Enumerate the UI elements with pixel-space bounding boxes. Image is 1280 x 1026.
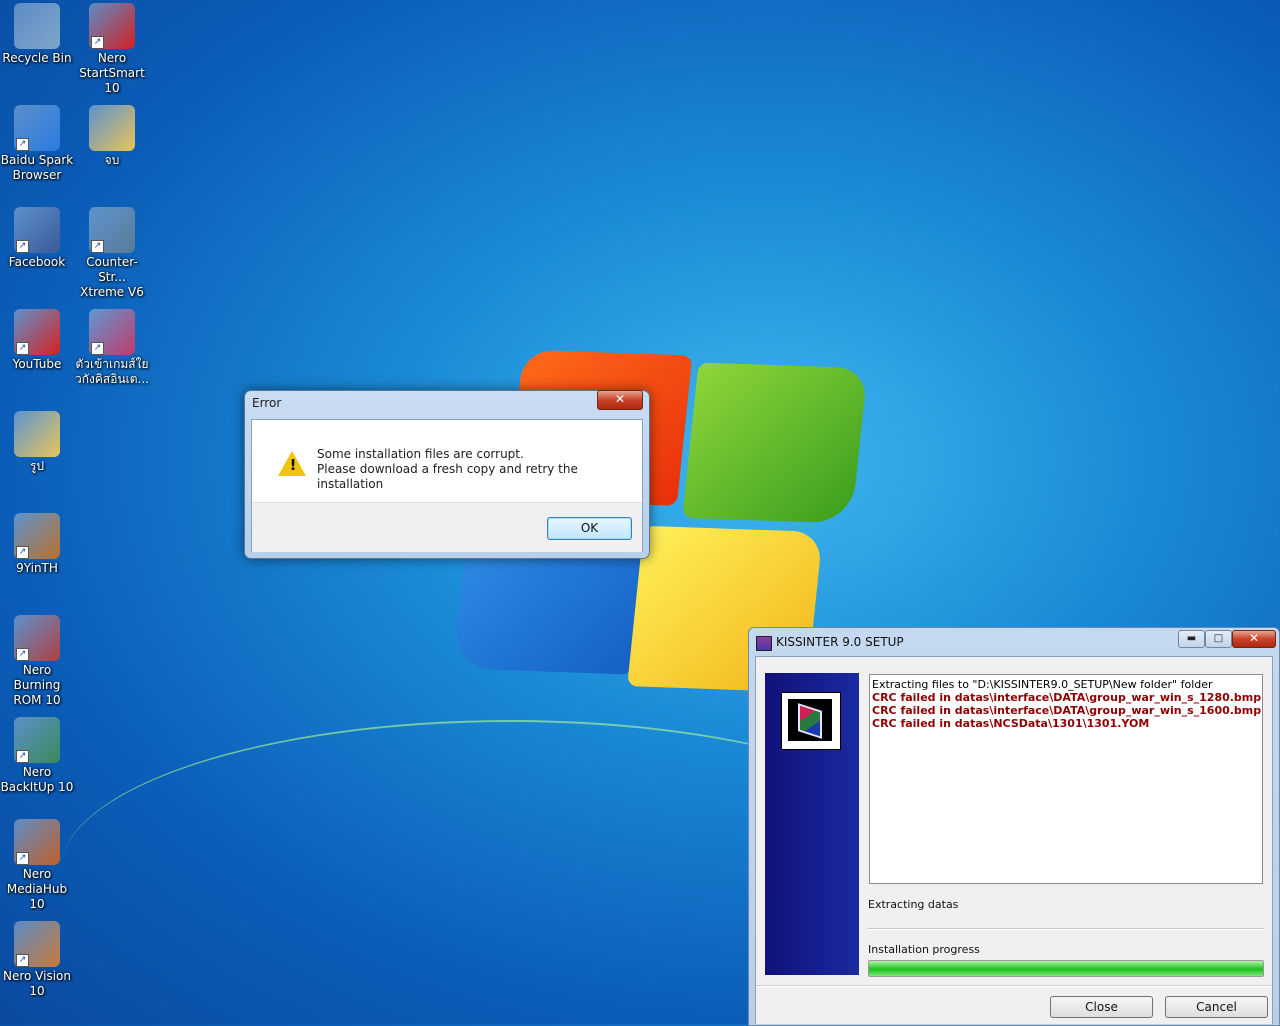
- error-message: Some installation files are corrupt. Ple…: [317, 447, 642, 492]
- shortcut-arrow-icon: ↗: [16, 138, 29, 151]
- installation-progress-bar: [868, 960, 1264, 977]
- nero-mediahub-icon: ↗: [14, 819, 60, 865]
- log-error-line: CRC failed in datas\interface\DATA\group…: [872, 691, 1262, 704]
- error-message-area: ! Some installation files are corrupt. P…: [252, 420, 642, 502]
- folder-icon: [89, 105, 135, 151]
- nero-backitup-icon: ↗: [14, 717, 60, 763]
- extraction-status: Extracting datas: [868, 898, 959, 911]
- nero-burning-rom-icon: ↗: [14, 615, 60, 661]
- error-dialog-footer: OK: [252, 502, 642, 552]
- desktop-icon[interactable]: ↗ Baidu Spark Browser: [0, 105, 74, 183]
- error-dialog-body: ! Some installation files are corrupt. P…: [251, 419, 643, 552]
- desktop-icon-label: จบ: [104, 153, 120, 167]
- desktop-icon-label: Counter-Str... Xtreme V6: [80, 255, 144, 299]
- desktop-icon[interactable]: ↗ Nero StartSmart 10: [75, 3, 149, 96]
- desktop-icon[interactable]: ↗ 9YinTH: [0, 513, 74, 576]
- progress-fill: [869, 961, 1263, 976]
- maximize-button[interactable]: □: [1205, 630, 1232, 648]
- desktop-icon-label: Facebook: [8, 255, 66, 269]
- game-launcher-icon: ↗: [89, 309, 135, 355]
- error-dialog: Error ✕ ! Some installation files are co…: [244, 390, 650, 559]
- desktop-icon-label: Nero BackItUp 10: [0, 765, 74, 794]
- shortcut-arrow-icon: ↗: [16, 342, 29, 355]
- folder-icon: [14, 411, 60, 457]
- extraction-log[interactable]: Extracting files to "D:\KISSINTER9.0_SET…: [869, 674, 1263, 884]
- shortcut-arrow-icon: ↗: [16, 750, 29, 763]
- shortcut-arrow-icon: ↗: [91, 342, 104, 355]
- nero-vision-icon: ↗: [14, 921, 60, 967]
- setup-window-title: KISSINTER 9.0 SETUP: [776, 635, 904, 649]
- desktop-icon-label: ตัวเข้าเกมส์ใย วกังคิสอินเต...: [75, 357, 149, 386]
- divider: [756, 985, 1272, 987]
- divider: [868, 928, 1264, 930]
- setup-client-area: Extracting files to "D:\KISSINTER9.0_SET…: [755, 656, 1273, 1024]
- desktop-icon[interactable]: ↗ ตัวเข้าเกมส์ใย วกังคิสอินเต...: [75, 309, 149, 387]
- log-error-line: CRC failed in datas\NCSData\1301\1301.YO…: [872, 717, 1150, 730]
- winrar-sfx-icon: [756, 636, 772, 651]
- close-button[interactable]: Close: [1050, 996, 1153, 1018]
- error-dialog-title: Error: [252, 396, 282, 410]
- archive-box-icon: [781, 692, 841, 750]
- facebook-icon: ↗: [14, 207, 60, 253]
- desktop-icon-label: Nero Vision 10: [3, 969, 71, 998]
- youtube-icon: ↗: [14, 309, 60, 355]
- shortcut-arrow-icon: ↗: [16, 546, 29, 559]
- error-message-line1: Some installation files are corrupt.: [317, 447, 524, 461]
- warning-icon-mark: !: [289, 456, 297, 474]
- desktop-icon[interactable]: จบ: [75, 105, 149, 168]
- desktop-icon[interactable]: ↗ Nero Vision 10: [0, 921, 74, 999]
- progress-label: Installation progress: [868, 943, 980, 956]
- desktop-icon-label: Baidu Spark Browser: [0, 153, 74, 182]
- shortcut-arrow-icon: ↗: [16, 240, 29, 253]
- minimize-button[interactable]: ▬: [1178, 630, 1205, 648]
- setup-close-x-button[interactable]: ✕: [1232, 630, 1276, 648]
- baidu-spark-icon: ↗: [14, 105, 60, 151]
- desktop-icon[interactable]: ↗ Counter-Str... Xtreme V6: [75, 207, 149, 300]
- logo-green-pane: [682, 362, 868, 524]
- log-error-line: CRC failed in datas\interface\DATA\group…: [872, 704, 1262, 717]
- log-line: Extracting files to "D:\KISSINTER9.0_SET…: [872, 678, 1213, 691]
- setup-side-banner: [765, 673, 859, 975]
- desktop-icon[interactable]: Recycle Bin: [0, 3, 74, 66]
- desktop-icon-label: Nero Burning ROM 10: [13, 663, 61, 707]
- desktop-icon[interactable]: ↗ Nero MediaHub 10: [0, 819, 74, 912]
- desktop-icon-label: YouTube: [12, 357, 62, 371]
- error-close-button[interactable]: ✕: [597, 390, 643, 410]
- desktop-icon-label: 9YinTH: [16, 561, 58, 575]
- desktop-icon-label: รูป: [29, 459, 45, 473]
- shortcut-arrow-icon: ↗: [16, 954, 29, 967]
- desktop-icon-label: Nero MediaHub 10: [6, 867, 68, 911]
- 9yin-icon: ↗: [14, 513, 60, 559]
- desktop-icon-label: Nero StartSmart 10: [79, 51, 145, 95]
- desktop-icon[interactable]: รูป: [0, 411, 74, 474]
- nero-startsmart-icon: ↗: [89, 3, 135, 49]
- counter-strike-icon: ↗: [89, 207, 135, 253]
- desktop-icon[interactable]: ↗ YouTube: [0, 309, 74, 372]
- recycle-bin-icon: [14, 3, 60, 49]
- shortcut-arrow-icon: ↗: [16, 852, 29, 865]
- shortcut-arrow-icon: ↗: [91, 240, 104, 253]
- ok-button[interactable]: OK: [547, 517, 632, 540]
- shortcut-arrow-icon: ↗: [16, 648, 29, 661]
- error-message-line2: Please download a fresh copy and retry t…: [317, 462, 578, 491]
- setup-window: KISSINTER 9.0 SETUP ▬ □ ✕ Extracting fil…: [748, 627, 1280, 1026]
- shortcut-arrow-icon: ↗: [91, 36, 104, 49]
- desktop-icon[interactable]: ↗ Nero Burning ROM 10: [0, 615, 74, 708]
- desktop-icon-label: Recycle Bin: [2, 51, 72, 65]
- cancel-button[interactable]: Cancel: [1165, 996, 1268, 1018]
- desktop-icon[interactable]: ↗ Facebook: [0, 207, 74, 270]
- desktop-icon[interactable]: ↗ Nero BackItUp 10: [0, 717, 74, 795]
